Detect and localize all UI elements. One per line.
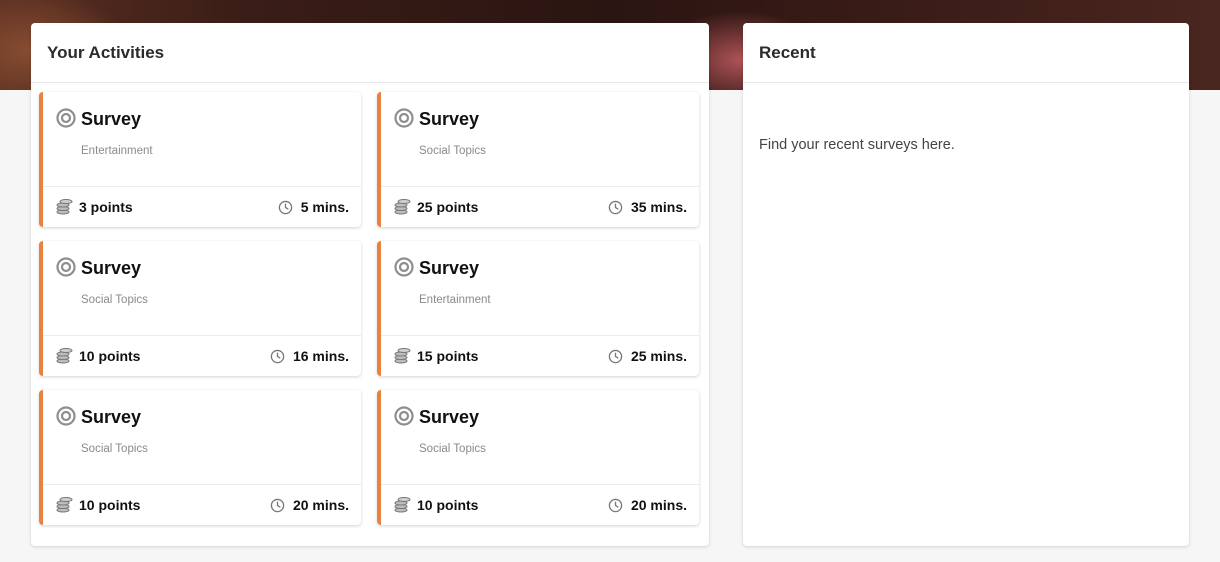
activity-category: Social Topics	[419, 443, 486, 455]
activities-title: Your Activities	[31, 23, 709, 83]
activity-duration-text: 25 mins.	[630, 348, 687, 364]
activities-panel: Your Activities Survey Entertainment 3 p…	[31, 23, 709, 546]
activity-duration-text: 35 mins.	[630, 199, 687, 215]
activity-title: Survey	[81, 109, 142, 129]
clock-icon	[270, 349, 285, 363]
activity-duration-text: 20 mins.	[630, 497, 687, 513]
target-icon	[394, 108, 414, 128]
activity-duration-text: 20 mins.	[292, 497, 349, 513]
activity-duration: 20 mins.	[608, 497, 687, 513]
activity-card-footer: 15 points 25 mins.	[381, 336, 699, 376]
activity-points: 25 points	[417, 199, 479, 215]
activity-duration-text: 16 mins.	[292, 348, 349, 364]
target-icon	[56, 108, 76, 128]
activity-points: 10 points	[417, 497, 479, 513]
activity-duration: 25 mins.	[608, 348, 687, 364]
activity-points: 10 points	[79, 497, 141, 513]
activity-card-footer: 10 points 20 mins.	[43, 485, 361, 525]
recent-title: Recent	[743, 23, 1189, 83]
coins-icon	[394, 199, 411, 215]
activity-card-footer: 25 points 35 mins.	[381, 187, 699, 227]
activity-duration: 16 mins.	[270, 348, 349, 364]
activity-category: Social Topics	[81, 294, 148, 306]
target-icon	[394, 257, 414, 277]
activity-card-header: Survey Social Topics	[43, 241, 361, 336]
activity-card[interactable]: Survey Entertainment 3 points 5 mins.	[39, 92, 361, 227]
clock-icon	[270, 498, 285, 512]
activity-category: Entertainment	[81, 145, 153, 157]
activity-card-header: Survey Social Topics	[381, 390, 699, 485]
activity-points: 3 points	[79, 199, 133, 215]
target-icon	[394, 406, 414, 426]
activity-duration: 5 mins.	[278, 199, 349, 215]
coins-icon	[394, 497, 411, 513]
activity-card[interactable]: Survey Entertainment 15 points 25 mins.	[377, 241, 699, 376]
activity-card[interactable]: Survey Social Topics 25 points 35 mins.	[377, 92, 699, 227]
recent-empty-message: Find your recent surveys here.	[759, 137, 955, 153]
activity-points: 10 points	[79, 348, 141, 364]
target-icon	[56, 257, 76, 277]
activity-category: Entertainment	[419, 294, 491, 306]
activity-card[interactable]: Survey Social Topics 10 points 20 mins.	[39, 390, 361, 525]
activity-duration: 35 mins.	[608, 199, 687, 215]
clock-icon	[608, 498, 623, 512]
activity-card-header: Survey Social Topics	[381, 92, 699, 187]
coins-icon	[56, 497, 73, 513]
activity-card[interactable]: Survey Social Topics 10 points 16 mins.	[39, 241, 361, 376]
activity-title: Survey	[419, 109, 480, 129]
activity-card-footer: 3 points 5 mins.	[43, 187, 361, 227]
activity-category: Social Topics	[419, 145, 486, 157]
activity-card-header: Survey Entertainment	[43, 92, 361, 187]
clock-icon	[278, 200, 292, 214]
clock-icon	[608, 200, 623, 214]
activity-points: 15 points	[417, 348, 479, 364]
activity-title: Survey	[419, 407, 480, 427]
activity-card-header: Survey Entertainment	[381, 241, 699, 336]
coins-icon	[56, 199, 73, 215]
activity-title: Survey	[81, 407, 142, 427]
coins-icon	[394, 348, 411, 364]
clock-icon	[608, 349, 623, 363]
recent-panel: Recent Find your recent surveys here.	[743, 23, 1189, 546]
activity-card-header: Survey Social Topics	[43, 390, 361, 485]
coins-icon	[56, 348, 73, 364]
activity-title: Survey	[419, 258, 480, 278]
target-icon	[56, 406, 76, 426]
activity-title: Survey	[81, 258, 142, 278]
activity-duration-text: 5 mins.	[300, 199, 349, 215]
activity-card[interactable]: Survey Social Topics 10 points 20 mins.	[377, 390, 699, 525]
activity-category: Social Topics	[81, 443, 148, 455]
activity-card-footer: 10 points 16 mins.	[43, 336, 361, 376]
activity-duration: 20 mins.	[270, 497, 349, 513]
activity-card-footer: 10 points 20 mins.	[381, 485, 699, 525]
